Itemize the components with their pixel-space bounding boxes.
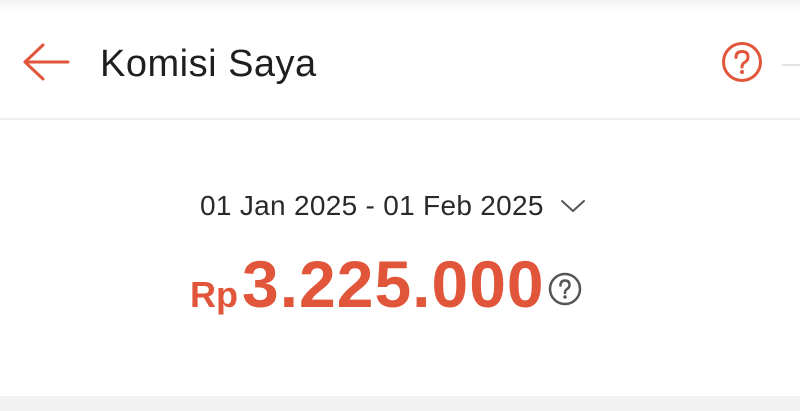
status-bar-strip — [0, 0, 800, 12]
app-header: Komisi Saya — [0, 12, 800, 120]
arrow-left-icon — [23, 43, 70, 81]
currency-label: Rp — [190, 274, 238, 315]
section-divider — [0, 396, 800, 411]
date-range-selector[interactable]: 01 Jan 2025 - 01 Feb 2025 — [200, 188, 586, 224]
back-button[interactable] — [18, 36, 74, 88]
date-range-label: 01 Jan 2025 - 01 Feb 2025 — [200, 190, 544, 221]
chevron-down-icon — [560, 198, 586, 214]
commission-amount: Rp 3.225.000 — [190, 246, 545, 326]
question-circle-icon — [548, 272, 582, 306]
amount-value: 3.225.000 — [242, 247, 545, 321]
commission-page: Komisi Saya 01 Jan 2025 - 01 Feb 2025 Rp… — [0, 0, 800, 411]
header-edge-line — [782, 64, 800, 66]
page-title: Komisi Saya — [100, 43, 317, 85]
question-circle-icon — [722, 42, 762, 82]
help-button[interactable] — [720, 40, 764, 84]
amount-info-button[interactable] — [548, 272, 582, 306]
